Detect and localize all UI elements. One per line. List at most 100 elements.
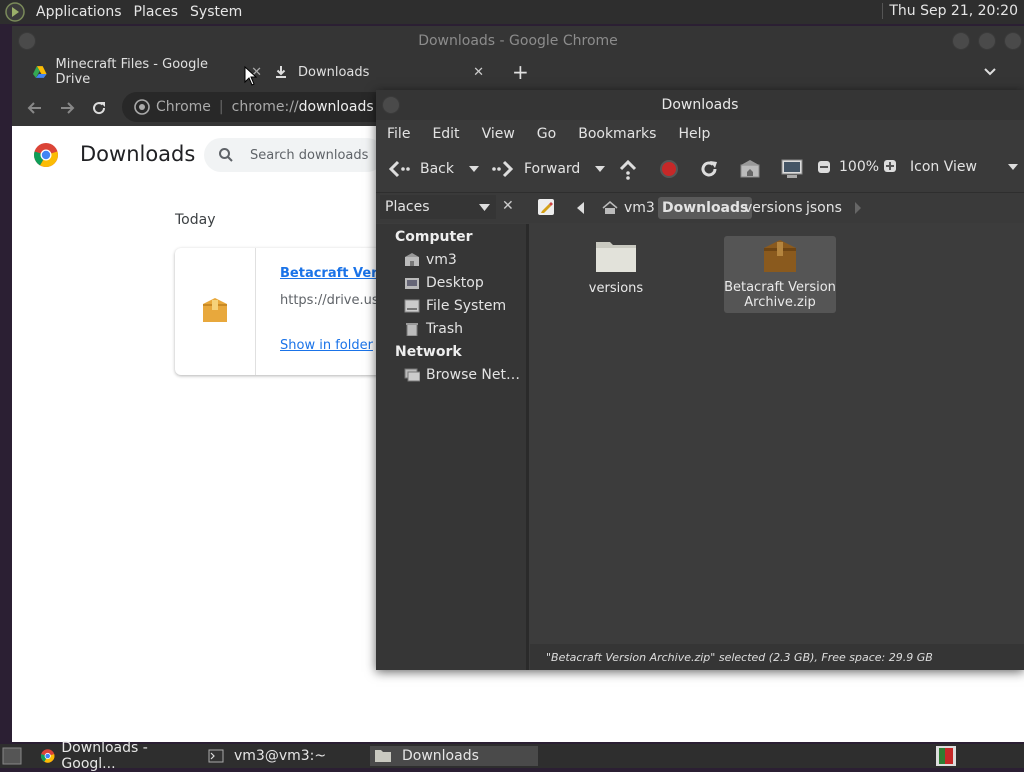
search-placeholder: Search downloads [250, 147, 369, 163]
sidebar-item-browse-network[interactable]: Browse Net… [404, 367, 520, 383]
close-sidebar-icon[interactable]: ✕ [502, 198, 514, 214]
task-terminal[interactable]: vm3@vm3:~ [204, 746, 364, 766]
file-item-betacraft-archive[interactable]: Betacraft Version Archive.zip [724, 236, 836, 313]
forward-arrow-icon[interactable] [57, 98, 77, 118]
up-button[interactable] [618, 159, 638, 181]
sidebar-item-trash[interactable]: Trash [404, 321, 463, 337]
distro-logo-icon[interactable] [4, 1, 26, 23]
forward-label: Forward [524, 161, 581, 177]
close-window-button[interactable] [1004, 32, 1022, 50]
sidebar-item-label: Browse Net… [426, 367, 521, 383]
computer-icon [781, 159, 803, 178]
breadcrumb-left-arrow-icon[interactable] [576, 202, 586, 214]
search-icon [219, 148, 233, 162]
file-item-versions[interactable]: versions [566, 236, 666, 296]
clock[interactable]: Thu Sep 21, 20:20 [882, 3, 1018, 19]
back-button[interactable]: Back [388, 159, 480, 179]
maximize-button[interactable] [978, 32, 996, 50]
task-label: Downloads - Googl... [61, 740, 148, 772]
fm-statusbar: "Betacraft Version Archive.zip" selected… [530, 644, 1024, 670]
computer-header: Computer [395, 229, 473, 245]
workspace-switcher[interactable] [936, 746, 956, 766]
site-label: Chrome [156, 99, 211, 115]
fm-window-menu-button[interactable] [382, 96, 400, 114]
zoom-out-icon [818, 161, 830, 173]
breadcrumb-right-arrow-icon[interactable] [854, 202, 862, 214]
reload-button[interactable] [699, 159, 719, 179]
fm-sidebar: Computer vm3 Desktop File System Trash N [376, 224, 529, 670]
show-desktop-icon[interactable] [2, 747, 22, 765]
home-icon [602, 201, 618, 214]
fm-toolbar: Back Forward 100% Icon View [376, 148, 1024, 193]
sidebar-item-label: vm3 [426, 252, 457, 268]
back-arrow-icon[interactable] [25, 98, 45, 118]
fm-menubar: File Edit View Go Bookmarks Help [376, 120, 1024, 148]
home-button[interactable] [739, 159, 761, 179]
chrome-titlebar[interactable]: Downloads - Google Chrome [12, 26, 1024, 56]
tab-downloads[interactable]: Downloads ✕ [268, 56, 498, 88]
sidebar-item-file-system[interactable]: File System [404, 298, 506, 314]
menu-edit[interactable]: Edit [421, 126, 470, 142]
terminal-icon [208, 749, 224, 763]
folder-icon [375, 750, 391, 762]
menu-bookmarks[interactable]: Bookmarks [567, 126, 667, 142]
bottom-panel: Downloads - Googl... vm3@vm3:~ Downloads [0, 740, 1024, 772]
view-mode-select[interactable]: Icon View [910, 159, 1019, 175]
places-dropdown-icon [479, 203, 490, 211]
home-icon [405, 253, 419, 266]
menu-go[interactable]: Go [526, 126, 567, 142]
places-label: Places [385, 199, 430, 215]
minimize-button[interactable] [952, 32, 970, 50]
reload-icon[interactable] [89, 98, 109, 118]
date-group-label: Today [175, 212, 216, 228]
breadcrumb-vm3[interactable]: vm3 [598, 197, 659, 219]
network-icon [404, 368, 420, 382]
forward-icon [492, 160, 514, 178]
show-in-folder-link[interactable]: Show in folder [280, 338, 373, 353]
sidebar-item-desktop[interactable]: Desktop [404, 275, 484, 291]
sidebar-item-vm3[interactable]: vm3 [404, 252, 457, 268]
new-tab-button[interactable]: + [512, 56, 532, 88]
breadcrumb-label: Downloads [662, 200, 749, 216]
google-drive-icon [32, 66, 47, 78]
back-dropdown-icon[interactable] [468, 165, 480, 173]
computer-button[interactable] [780, 159, 804, 181]
breadcrumb-downloads[interactable]: Downloads [658, 197, 753, 219]
task-chrome-downloads[interactable]: Downloads - Googl... [36, 740, 201, 772]
breadcrumb-jsons[interactable]: jsons [802, 197, 846, 219]
window-menu-button[interactable] [18, 32, 36, 50]
breadcrumb-versions[interactable]: versions [740, 197, 807, 219]
applications-menu[interactable]: Applications [30, 4, 128, 20]
fm-titlebar[interactable]: Downloads [376, 90, 1024, 120]
forward-button[interactable]: Forward [492, 159, 606, 179]
task-file-manager-downloads[interactable]: Downloads [370, 746, 538, 766]
tab-search-chevron-icon[interactable] [984, 56, 1004, 88]
tab-label: Downloads [298, 64, 370, 80]
file-name: versions [588, 281, 644, 296]
menu-file[interactable]: File [376, 126, 421, 142]
separator: | [218, 99, 224, 115]
drive-icon [404, 299, 420, 313]
places-menu[interactable]: Places [128, 4, 185, 20]
system-menu[interactable]: System [184, 4, 248, 20]
fm-window-title: Downloads [661, 97, 739, 113]
toggle-location-entry-icon[interactable] [538, 199, 554, 215]
zoom-in-button[interactable] [883, 159, 897, 173]
stop-button[interactable] [659, 159, 679, 179]
places-selector[interactable]: Places [380, 195, 496, 219]
fm-icon-view[interactable]: versions Betacraft Version Archive.zip [530, 224, 1024, 644]
forward-dropdown-icon[interactable] [594, 165, 606, 173]
menu-help[interactable]: Help [667, 126, 721, 142]
zoom-out-button[interactable]: 100% [817, 159, 879, 175]
download-item-icon-column [175, 248, 256, 375]
network-header: Network [395, 344, 462, 360]
reload-icon [701, 161, 717, 177]
status-text: "Betacraft Version Archive.zip" selected… [546, 650, 933, 664]
download-icon [276, 66, 286, 78]
tab-close-icon[interactable]: ✕ [473, 65, 484, 80]
chrome-logo-icon [40, 749, 55, 763]
menu-view[interactable]: View [471, 126, 526, 142]
search-downloads-input[interactable]: Search downloads [204, 138, 384, 172]
sidebar-item-label: Trash [426, 321, 463, 337]
tab-google-drive[interactable]: Minecraft Files - Google Drive ✕ [22, 56, 262, 88]
